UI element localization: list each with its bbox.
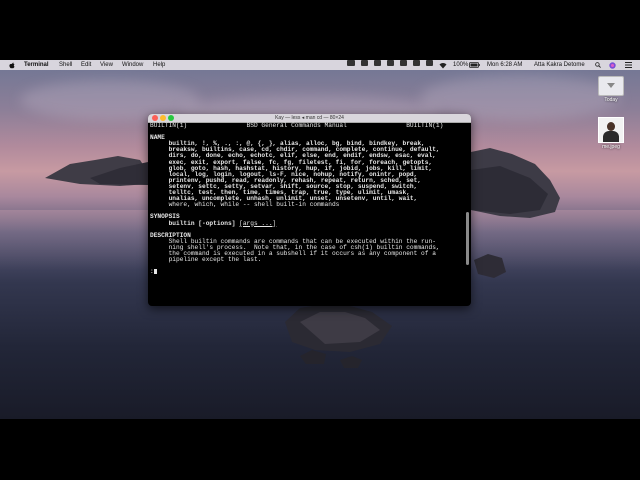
text-cursor [153,269,157,275]
status-icon-1[interactable] [361,60,368,66]
window-title: Kay — less ◂ man cd — 80×24 [275,115,344,121]
status-icon-4[interactable] [400,60,407,66]
scrollbar-thumb[interactable] [466,212,469,265]
menu-item-edit[interactable]: Edit [81,60,91,70]
name-line: where, which, while -- shell built-in co… [150,201,340,209]
desktop-item-photo-label: me.jpeg [602,144,620,150]
time-machine-icon[interactable] [413,60,420,66]
siri-icon[interactable] [609,60,616,73]
menu-bar: Terminal Shell Edit View Window Help 100… [0,60,640,70]
man-header: BUILTIN(1) BSD General Commands Manual B… [150,122,444,129]
synopsis-command: builtin [-options] [150,219,240,227]
desktop-item-today-label: Today [604,97,618,103]
desktop-item-today[interactable]: Today [597,76,625,103]
menu-app-terminal[interactable]: Terminal [24,60,49,70]
menu-item-shell[interactable]: Shell [59,60,72,70]
status-icon-2[interactable] [374,60,381,66]
terminal-window[interactable]: Kay — less ◂ man cd — 80×24 BUILTIN(1) B… [148,114,471,306]
menu-item-window[interactable]: Window [122,60,143,70]
spotlight-icon[interactable] [595,60,601,72]
menu-item-help[interactable]: Help [153,60,165,70]
synopsis-args: [args ...] [239,219,277,227]
desktop-item-photo[interactable]: me.jpeg [597,117,625,150]
apple-menu-icon[interactable] [9,60,15,73]
description-line: pipeline except the last. [150,256,262,264]
dropbox-icon[interactable] [347,60,355,66]
status-icon-3[interactable] [387,60,394,66]
menubar-clock[interactable]: Mon 6:28 AM [487,60,522,70]
notification-center-icon[interactable] [625,60,632,72]
letterbox-top [0,0,640,60]
wifi-icon[interactable] [439,60,447,73]
battery-percent[interactable]: 100% [453,60,468,70]
image-thumbnail-icon [598,117,624,143]
bluetooth-icon[interactable] [426,60,433,66]
letterbox-bottom [0,419,640,480]
menu-item-view[interactable]: View [100,60,113,70]
battery-icon[interactable] [469,60,480,72]
folder-icon [598,76,624,96]
menubar-user[interactable]: Atta Kakra Detome [534,60,585,70]
terminal-output[interactable]: BUILTIN(1) BSD General Commands Manual B… [150,122,466,305]
